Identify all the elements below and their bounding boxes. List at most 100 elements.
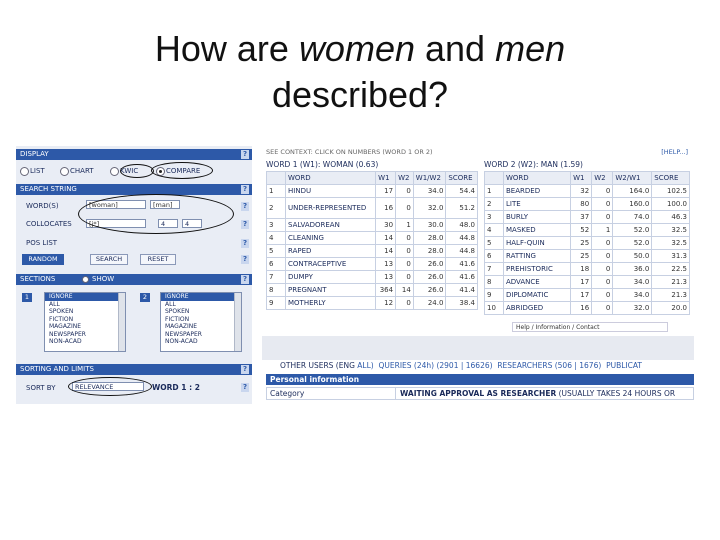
word-cell[interactable]: BEARDED — [502, 184, 572, 198]
help-icon[interactable]: ? — [241, 239, 249, 248]
word-cell[interactable]: ABRIDGED — [502, 301, 572, 315]
publications-link[interactable]: PUBLICAT — [606, 361, 642, 370]
word-cell[interactable]: RATTING — [502, 249, 572, 263]
w1-count-link[interactable]: 16 — [570, 301, 593, 315]
list-item[interactable]: ALL — [161, 301, 241, 309]
list-item[interactable]: MAGAZINE — [45, 323, 125, 331]
word-cell[interactable]: DUMPY — [284, 270, 377, 284]
reset-button[interactable]: RESET — [140, 254, 176, 265]
list-item[interactable]: FICTION — [161, 316, 241, 324]
w2-count-link[interactable]: 0 — [591, 288, 614, 302]
word-cell[interactable]: CLEANING — [284, 231, 377, 245]
help-icon[interactable]: ? — [241, 220, 249, 229]
w1-count-link[interactable]: 52 — [570, 223, 593, 237]
w2-count-link[interactable]: 0 — [395, 270, 414, 284]
help-icon[interactable]: ? — [241, 150, 249, 159]
help-note[interactable]: Help / Information / Contact — [512, 322, 668, 332]
word-cell[interactable]: HALF-QUIN — [502, 236, 572, 250]
w2-count-link[interactable]: 0 — [591, 236, 614, 250]
w1-count-link[interactable]: 13 — [375, 270, 397, 284]
word-cell[interactable]: SALVADOREAN — [284, 218, 377, 232]
w2-count-link[interactable]: 0 — [395, 296, 414, 310]
w1-count-link[interactable]: 18 — [570, 262, 593, 276]
list-item[interactable]: NON-ACAD — [45, 338, 125, 346]
word-cell[interactable]: MASKED — [502, 223, 572, 237]
w1-count-link[interactable]: 14 — [375, 244, 397, 258]
section-2-listbox[interactable]: IGNORE ALL SPOKEN FICTION MAGAZINE NEWSP… — [160, 292, 242, 352]
w1-count-link[interactable]: 80 — [570, 197, 593, 211]
help-icon[interactable]: ? — [241, 185, 249, 194]
list-item[interactable]: IGNORE — [45, 293, 125, 301]
rank-cell: 3 — [484, 210, 504, 224]
word-cell[interactable]: UNDER-REPRESENTED — [284, 197, 377, 219]
w2-count-link[interactable]: 0 — [591, 184, 614, 198]
queries-link[interactable]: QUERIES (24h) (2901 | 16626) — [378, 361, 492, 370]
list-item[interactable]: NON-ACAD — [161, 338, 241, 346]
help-icon[interactable]: ? — [241, 365, 249, 374]
word-cell[interactable]: CONTRACEPTIVE — [284, 257, 377, 271]
rank-cell: 8 — [484, 275, 504, 289]
w2-count-link[interactable]: 0 — [591, 275, 614, 289]
w1-count-link[interactable]: 17 — [570, 275, 593, 289]
radio-kwic[interactable] — [110, 167, 119, 176]
w2-count-link[interactable]: 0 — [395, 244, 414, 258]
word-cell[interactable]: DIPLOMATIC — [502, 288, 572, 302]
word-cell[interactable]: BURLY — [502, 210, 572, 224]
w1-count-link[interactable]: 364 — [375, 283, 397, 297]
show-checkbox[interactable] — [82, 276, 89, 283]
word-cell[interactable]: HINDU — [284, 184, 377, 198]
list-item[interactable]: FICTION — [45, 316, 125, 324]
w2-count-link[interactable]: 0 — [395, 231, 414, 245]
radio-list[interactable] — [20, 167, 29, 176]
list-item[interactable]: NEWSPAPER — [45, 331, 125, 339]
w2-count-link[interactable]: 0 — [591, 210, 614, 224]
w2-count-link[interactable]: 0 — [591, 249, 614, 263]
w2-count-link[interactable]: 0 — [591, 301, 614, 315]
word-cell[interactable]: PREGNANT — [284, 283, 377, 297]
word-cell[interactable]: MOTHERLY — [284, 296, 377, 310]
list-item[interactable]: ALL — [45, 301, 125, 309]
w1-count-link[interactable]: 32 — [570, 184, 593, 198]
random-button[interactable]: RANDOM — [22, 254, 64, 265]
list-item[interactable]: SPOKEN — [45, 308, 125, 316]
w1-count-link[interactable]: 37 — [570, 210, 593, 224]
help-icon[interactable]: ? — [241, 255, 249, 264]
w2-count-link[interactable]: 1 — [591, 223, 614, 237]
w2-count-link[interactable]: 0 — [395, 197, 414, 219]
word-cell[interactable]: PREHISTORIC — [502, 262, 572, 276]
list-item[interactable]: NEWSPAPER — [161, 331, 241, 339]
w1-count-link[interactable]: 13 — [375, 257, 397, 271]
word-cell[interactable]: LITE — [502, 197, 572, 211]
radio-chart[interactable] — [60, 167, 69, 176]
w1-count-link[interactable]: 17 — [375, 184, 397, 198]
help-link[interactable]: [HELP...] — [661, 148, 688, 156]
w2-count-link[interactable]: 1 — [395, 218, 414, 232]
word-cell[interactable]: RAPED — [284, 244, 377, 258]
help-icon[interactable]: ? — [241, 275, 249, 284]
list-item[interactable]: MAGAZINE — [161, 323, 241, 331]
help-icon[interactable]: ? — [241, 383, 249, 392]
list-item[interactable]: IGNORE — [161, 293, 241, 301]
w2-count-link[interactable]: 0 — [591, 197, 614, 211]
other-users-all-link[interactable]: ALL) — [357, 361, 373, 370]
w1-count-link[interactable]: 12 — [375, 296, 397, 310]
w2-count-link[interactable]: 0 — [395, 184, 414, 198]
w2-count-link[interactable]: 14 — [395, 283, 414, 297]
help-icon[interactable]: ? — [241, 202, 249, 211]
w2-count-link[interactable]: 0 — [591, 262, 614, 276]
rank-cell: 1 — [484, 184, 504, 198]
w1-count-link[interactable]: 14 — [375, 231, 397, 245]
listbox-scrollbar[interactable] — [234, 293, 241, 351]
w2-count-link[interactable]: 0 — [395, 257, 414, 271]
researchers-link[interactable]: RESEARCHERS (506 | 1676) — [497, 361, 601, 370]
list-item[interactable]: SPOKEN — [161, 308, 241, 316]
w1-count-link[interactable]: 17 — [570, 288, 593, 302]
w1-count-link[interactable]: 25 — [570, 236, 593, 250]
search-button[interactable]: SEARCH — [90, 254, 128, 265]
w1-count-link[interactable]: 25 — [570, 249, 593, 263]
word-cell[interactable]: ADVANCE — [502, 275, 572, 289]
w1-count-link[interactable]: 16 — [375, 197, 397, 219]
w1-count-link[interactable]: 30 — [375, 218, 397, 232]
section-1-listbox[interactable]: IGNORE ALL SPOKEN FICTION MAGAZINE NEWSP… — [44, 292, 126, 352]
listbox-scrollbar[interactable] — [118, 293, 125, 351]
